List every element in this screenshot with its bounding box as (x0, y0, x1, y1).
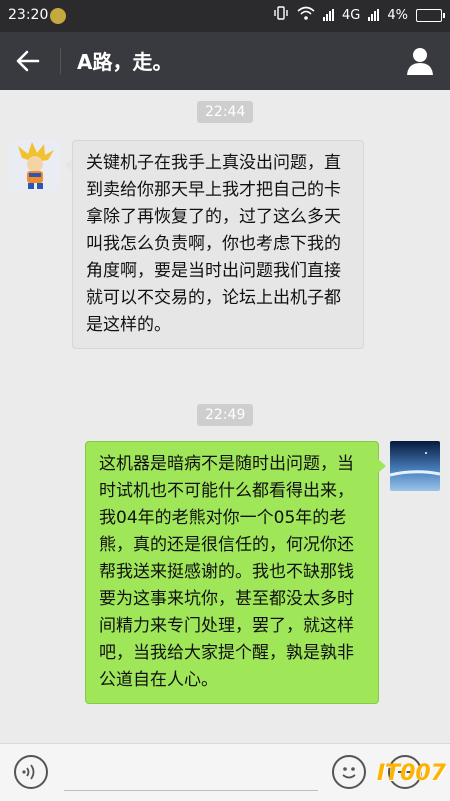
title-divider (60, 48, 61, 74)
timestamp-chip: 22:44 (197, 101, 254, 123)
back-arrow-icon[interactable] (12, 45, 44, 77)
signal-icon (323, 9, 335, 21)
network-type: 4G (342, 7, 361, 23)
user-avatar[interactable] (390, 441, 440, 491)
status-icons: 4G 4% (273, 6, 445, 24)
vibrate-icon (273, 6, 289, 24)
watermark-logo: IT007 (376, 761, 446, 786)
emoji-icon[interactable] (332, 755, 366, 789)
status-time: 23:20 (8, 7, 49, 23)
battery-percent: 4% (387, 7, 408, 23)
input-bar: IT007 (0, 743, 450, 801)
chat-title: A路，走。 (77, 50, 173, 74)
bubble-tail (378, 459, 386, 473)
wifi-icon (297, 6, 315, 24)
profile-icon[interactable] (404, 45, 436, 77)
signal-icon-2 (368, 9, 380, 21)
message-input[interactable] (64, 758, 318, 791)
battery-icon (416, 8, 445, 22)
voice-icon[interactable] (14, 755, 48, 789)
contact-avatar[interactable] (10, 140, 60, 190)
timestamp-chip: 22:49 (197, 404, 254, 426)
message-bubble-incoming[interactable]: 关键机子在我手上真没出问题，直到卖给你那天早上我才把自己的卡拿除了再恢复了的，过… (72, 140, 364, 349)
message-bubble-outgoing[interactable]: 这机器是暗病不是随时出问题，当时试机也不可能什么都看得出来，我04年的老熊对你一… (85, 441, 379, 704)
title-bar: A路，走。 (0, 32, 450, 90)
status-bar: 23:20 4G 4% (0, 0, 450, 32)
notification-icon (50, 8, 66, 24)
